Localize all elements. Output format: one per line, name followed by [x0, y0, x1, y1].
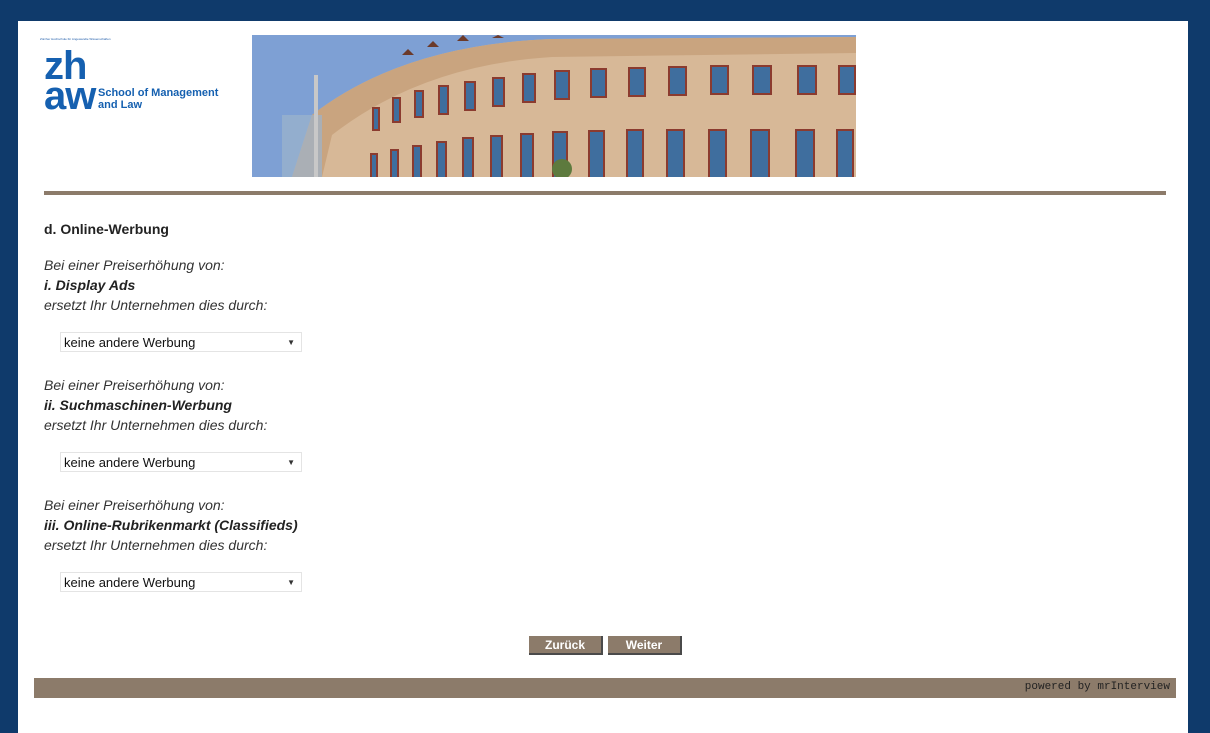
question-item: i. Display Ads — [44, 277, 136, 293]
question-intro: Bei einer Preiserhöhung von: — [44, 257, 225, 273]
logo-school-name: School of Management and Law — [98, 87, 219, 111]
logo-zhaw: zh aw — [44, 44, 96, 118]
dropdown-arrow-icon: ▼ — [287, 578, 295, 587]
survey-content: d. Online-Werbung Bei einer Preiserhöhun… — [44, 221, 302, 615]
question-intro: Bei einer Preiserhöhung von: — [44, 497, 225, 513]
question-suffix: ersetzt Ihr Unternehmen dies durch: — [44, 297, 268, 313]
question-display-ads: Bei einer Preiserhöhung von: i. Display … — [44, 255, 302, 352]
powered-by-text: powered by mrInterview — [1024, 681, 1170, 693]
header-divider — [44, 191, 1166, 195]
zhaw-logo: Zürcher Hochschule für Angewandte Wissen… — [40, 37, 240, 137]
dropdown-arrow-icon: ▼ — [287, 338, 295, 347]
question-item: ii. Suchmaschinen-Werbung — [44, 397, 232, 413]
footer-bar: powered by mrInterview — [34, 678, 1176, 698]
question-search-ads: Bei einer Preiserhöhung von: ii. Suchmas… — [44, 375, 302, 472]
question-suffix: ersetzt Ihr Unternehmen dies durch: — [44, 417, 268, 433]
select-value: keine andere Werbung — [64, 575, 196, 590]
question-intro: Bei einer Preiserhöhung von: — [44, 377, 225, 393]
back-button[interactable]: Zurück — [529, 636, 603, 655]
question-item: iii. Online-Rubrikenmarkt (Classifieds) — [44, 517, 298, 533]
replacement-select-display-ads[interactable]: keine andere Werbung ▼ — [60, 332, 302, 352]
question-suffix: ersetzt Ihr Unternehmen dies durch: — [44, 537, 268, 553]
select-value: keine andere Werbung — [64, 455, 196, 470]
survey-page: Zürcher Hochschule für Angewandte Wissen… — [18, 21, 1188, 733]
section-title: d. Online-Werbung — [44, 221, 169, 237]
logo-small-text: Zürcher Hochschule für Angewandte Wissen… — [40, 37, 111, 41]
question-classifieds: Bei einer Preiserhöhung von: iii. Online… — [44, 495, 302, 592]
replacement-select-classifieds[interactable]: keine andere Werbung ▼ — [60, 572, 302, 592]
dropdown-arrow-icon: ▼ — [287, 458, 295, 467]
select-value: keine andere Werbung — [64, 335, 196, 350]
replacement-select-search-ads[interactable]: keine andere Werbung ▼ — [60, 452, 302, 472]
next-button[interactable]: Weiter — [608, 636, 682, 655]
building-banner-image — [252, 35, 856, 177]
